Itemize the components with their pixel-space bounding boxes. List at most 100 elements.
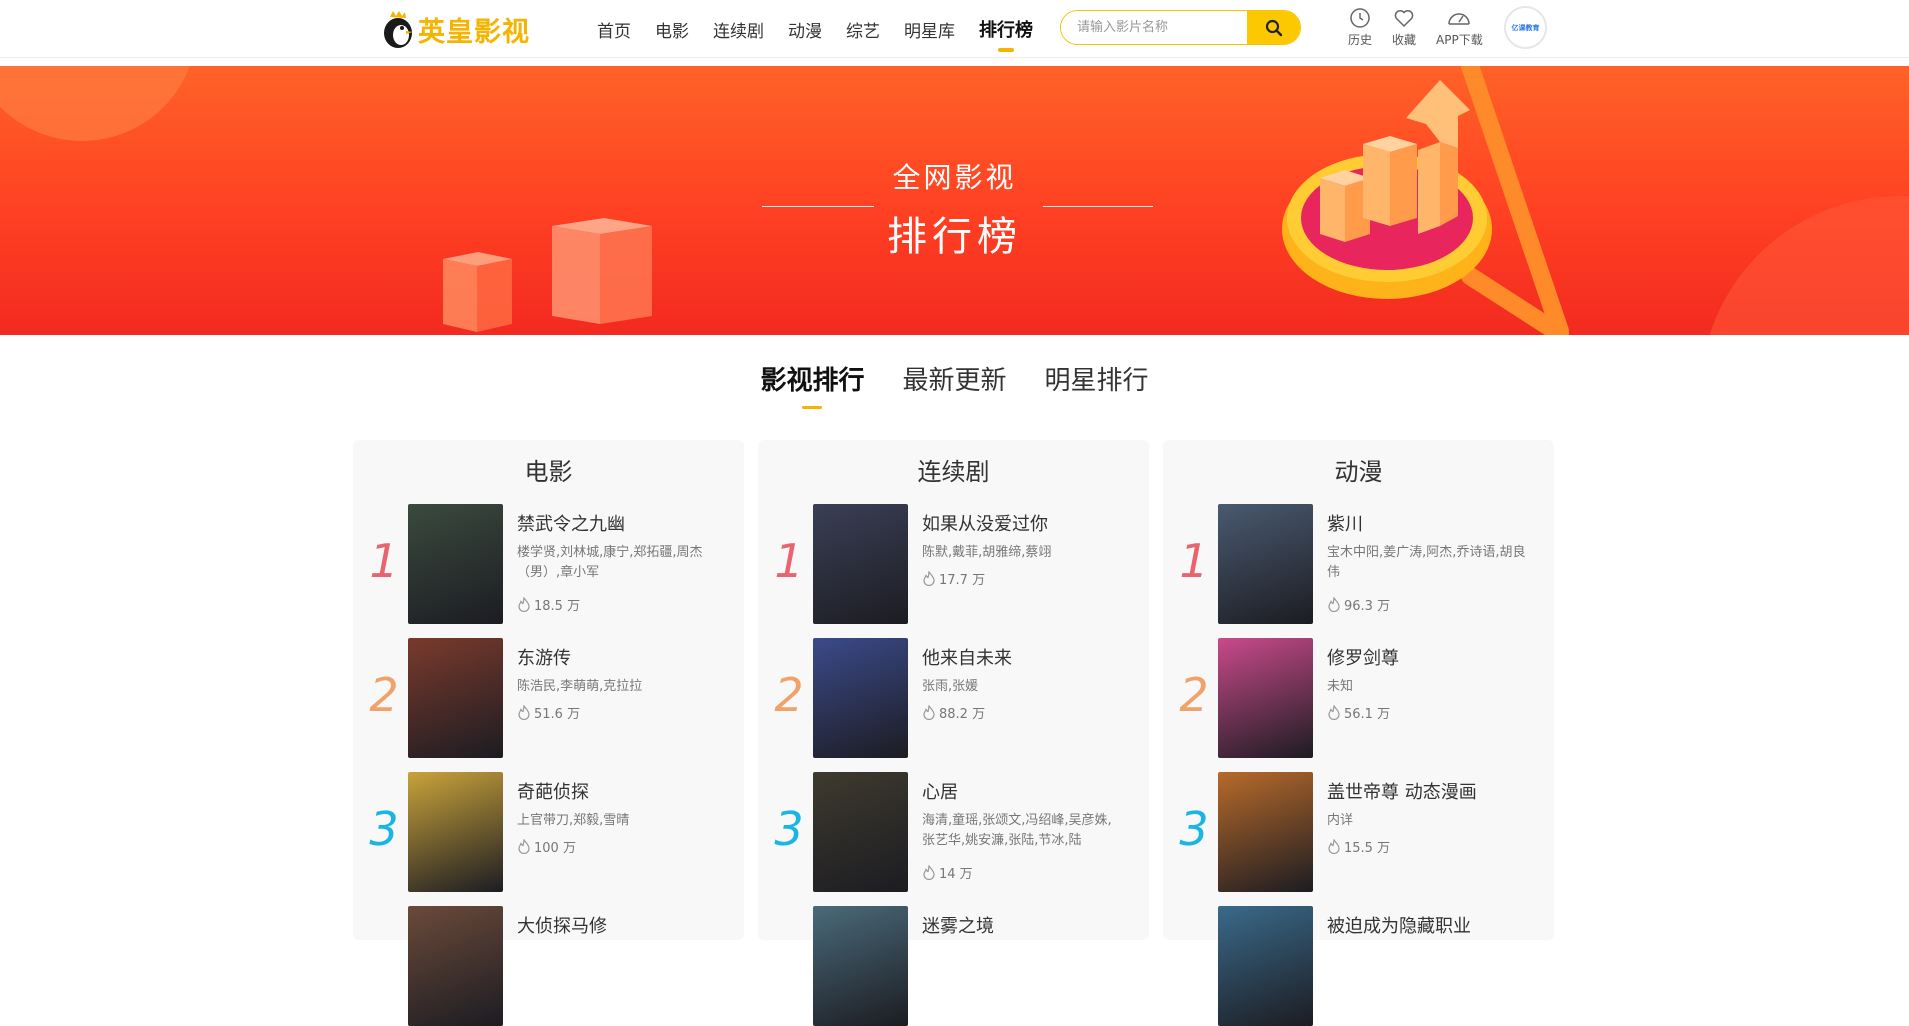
popularity-value: 15.5 万 <box>1344 841 1391 856</box>
poster-image[interactable] <box>408 638 503 758</box>
tab-video-ranking[interactable]: 影视排行 <box>760 360 864 409</box>
popularity: 88.2 万 <box>922 703 985 722</box>
rank-number: 1 <box>774 534 804 588</box>
cast-list: 陈浩民,李萌萌,克拉拉 <box>517 679 643 694</box>
ranking-item[interactable]: 3 盖世帝尊 动态漫画内详 15.5 万 <box>1163 772 1554 892</box>
banner-subtitle: 全网影视 <box>892 161 1017 194</box>
title-link[interactable]: 迷雾之境 <box>922 912 994 938</box>
ranking-item[interactable]: 被迫成为隐藏职业 <box>1163 906 1554 1026</box>
flame-icon <box>518 839 530 854</box>
ranking-item[interactable]: 3 心居 海清,童瑶,张颂文,冯绍峰,吴彦姝,张艺华,姚安濂,张陆,节冰,陆 14 万 <box>758 772 1149 892</box>
flame-icon <box>923 865 935 880</box>
popularity: 14 万 <box>922 863 973 882</box>
poster-image[interactable] <box>813 906 908 1026</box>
search-input[interactable] <box>1061 11 1247 44</box>
title-link[interactable]: 他来自未来 <box>922 644 1012 670</box>
title-link[interactable]: 紫川 <box>1327 510 1363 536</box>
title-link[interactable]: 禁武令之九幽 <box>517 510 625 536</box>
poster-image[interactable] <box>1218 638 1313 758</box>
popularity: 56.1 万 <box>1327 703 1390 722</box>
ranking-column-movies: 电影 1 禁武令之九幽 楼学贤,刘林城,康宁,郑拓疆,周杰（男）,章小军 18.5 万 2… <box>353 440 744 1026</box>
heart-icon <box>1394 10 1414 28</box>
poster-image[interactable] <box>1218 772 1313 892</box>
title-link[interactable]: 大侦探马修 <box>517 912 607 938</box>
popularity: 17.7 万 <box>922 569 985 588</box>
ranking-banner: 全网影视 排行榜 <box>0 66 1909 335</box>
cast-list: 海清,童瑶,张颂文,冯绍峰,吴彦姝,张艺华,姚安濂,张陆,节冰,陆 <box>922 813 1112 848</box>
nav-movies[interactable]: 电影 <box>655 17 689 42</box>
flame-icon <box>518 597 530 612</box>
search-button[interactable] <box>1247 11 1300 44</box>
search-box <box>1060 10 1301 45</box>
title-link[interactable]: 奇葩侦探 <box>517 778 589 804</box>
app-download-button[interactable]: APP下载 <box>1436 7 1483 48</box>
gauge-icon <box>1448 13 1471 25</box>
rank-number: 3 <box>1179 802 1209 856</box>
ranking-item[interactable]: 1 禁武令之九幽 楼学贤,刘林城,康宁,郑拓疆,周杰（男）,章小军 18.5 万 <box>353 504 744 624</box>
ranking-item[interactable]: 1 如果从没爱过你 陈默,戴菲,胡雅缔,蔡翊 17.7 万 <box>758 504 1149 624</box>
app-download-label: APP下载 <box>1436 33 1483 47</box>
clock-icon <box>1350 8 1370 28</box>
cast-list: 上官带刀,郑毅,雪晴 <box>517 813 630 828</box>
favorites-label: 收藏 <box>1392 33 1417 47</box>
popularity-value: 88.2 万 <box>939 707 986 722</box>
column-title: 动漫 <box>1334 458 1383 486</box>
header-tools: 历史 收藏 APP下载 <box>1348 7 1503 48</box>
tab-latest-updates[interactable]: 最新更新 <box>902 360 1006 397</box>
poster-image[interactable] <box>408 906 503 1026</box>
ranking-item[interactable]: 大侦探马修 <box>353 906 744 1026</box>
title-link[interactable]: 被迫成为隐藏职业 <box>1327 912 1471 938</box>
poster-image[interactable] <box>1218 504 1313 624</box>
cast-list: 宝木中阳,姜广涛,阿杰,乔诗语,胡良伟 <box>1327 545 1526 580</box>
ranking-item[interactable]: 1 紫川 宝木中阳,姜广涛,阿杰,乔诗语,胡良伟 96.3 万 <box>1163 504 1554 624</box>
banner-title: 排行榜 <box>887 214 1022 260</box>
ranking-column-anime: 动漫 1 紫川 宝木中阳,姜广涛,阿杰,乔诗语,胡良伟 96.3 万 2 修罗剑尊 未知 56.… <box>1163 440 1554 1026</box>
poster-image[interactable] <box>813 772 908 892</box>
ranking-item[interactable]: 2 东游传 陈浩民,李萌萌,克拉拉 51.6 万 <box>353 638 744 758</box>
magnifier-chart-illustration <box>1282 66 1569 335</box>
ranking-item[interactable]: 迷雾之境 <box>758 906 1149 1026</box>
rank-number: 2 <box>369 668 399 722</box>
popularity: 15.5 万 <box>1327 837 1390 856</box>
nav-stars[interactable]: 明星库 <box>904 17 955 42</box>
nav-variety[interactable]: 综艺 <box>846 17 880 42</box>
title-link[interactable]: 心居 <box>922 778 958 804</box>
nav-series[interactable]: 连续剧 <box>713 17 764 42</box>
flame-icon <box>1328 597 1340 612</box>
rank-number: 3 <box>369 802 399 856</box>
popularity-value: 56.1 万 <box>1344 707 1391 722</box>
flame-icon <box>923 571 935 586</box>
logo-text: 英皇影视 <box>418 17 530 48</box>
history-label: 历史 <box>1348 33 1373 47</box>
poster-image[interactable] <box>408 504 503 624</box>
title-link[interactable]: 修罗剑尊 <box>1327 644 1399 670</box>
popularity: 18.5 万 <box>517 595 580 614</box>
poster-image[interactable] <box>408 772 503 892</box>
ranking-item[interactable]: 2 修罗剑尊 未知 56.1 万 <box>1163 638 1554 758</box>
rank-number: 2 <box>774 668 804 722</box>
title-link[interactable]: 如果从没爱过你 <box>922 510 1048 536</box>
cast-list: 内详 <box>1327 813 1354 828</box>
main-nav: 首页 电影 连续剧 动漫 综艺 明星库 排行榜 <box>597 0 1057 58</box>
ranking-item[interactable]: 3 奇葩侦探 上官带刀,郑毅,雪晴 100 万 <box>353 772 744 892</box>
tab-star-ranking[interactable]: 明星排行 <box>1045 360 1149 397</box>
flame-icon <box>1328 839 1340 854</box>
history-button[interactable]: 历史 <box>1348 7 1372 48</box>
nav-ranking[interactable]: 排行榜 <box>979 16 1033 52</box>
title-link[interactable]: 盖世帝尊 动态漫画 <box>1327 778 1477 804</box>
poster-image[interactable] <box>813 638 908 758</box>
column-title: 电影 <box>524 458 573 486</box>
ranking-item[interactable]: 2 他来自未来 张雨,张媛 88.2 万 <box>758 638 1149 758</box>
poster-image[interactable] <box>1218 906 1313 1026</box>
user-avatar[interactable]: 亿课教育 <box>1504 6 1547 49</box>
ranking-tabs: 影视排行 最新更新 明星排行 <box>0 360 1909 409</box>
popularity: 96.3 万 <box>1327 595 1390 614</box>
title-link[interactable]: 东游传 <box>517 644 571 670</box>
popularity-value: 96.3 万 <box>1344 599 1391 614</box>
nav-anime[interactable]: 动漫 <box>788 17 822 42</box>
nav-home[interactable]: 首页 <box>597 17 631 42</box>
favorites-button[interactable]: 收藏 <box>1392 7 1416 48</box>
site-logo[interactable]: 英皇影视 <box>382 10 530 49</box>
poster-image[interactable] <box>813 504 908 624</box>
flame-icon <box>923 705 935 720</box>
